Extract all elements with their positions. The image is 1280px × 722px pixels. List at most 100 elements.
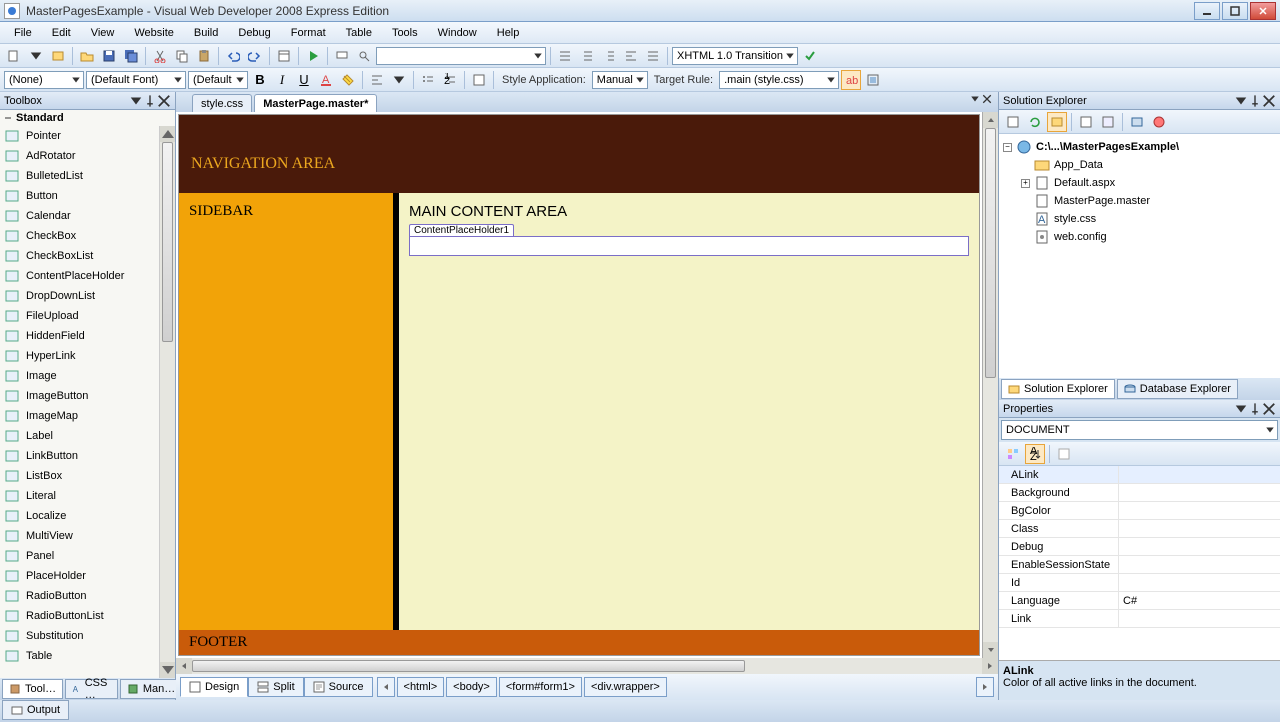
element-combo[interactable]: (None) — [4, 71, 84, 89]
footer-area[interactable]: FOOTER — [179, 630, 979, 655]
font-combo[interactable]: (Default Font) — [86, 71, 186, 89]
editor-tab-style[interactable]: style.css — [192, 94, 252, 112]
property-row[interactable]: BgColor — [999, 502, 1280, 520]
toolbox-item[interactable]: MultiView — [0, 526, 175, 546]
numbering-button[interactable]: 12 — [440, 70, 460, 90]
toolbox-item[interactable]: PlaceHolder — [0, 566, 175, 586]
property-row[interactable]: Debug — [999, 538, 1280, 556]
italic-button[interactable]: I — [272, 70, 292, 90]
doctype-combo[interactable]: XHTML 1.0 Transition — [672, 47, 798, 65]
design-surface[interactable]: NAVIGATION AREA SIDEBAR MAIN CONTENT ARE… — [176, 112, 998, 658]
pin-icon[interactable] — [143, 94, 157, 108]
editor-tab-master[interactable]: MasterPage.master* — [254, 94, 377, 112]
tree-node[interactable]: +Default.aspx — [1003, 174, 1276, 192]
prop-value[interactable] — [1119, 520, 1280, 537]
align-left-button[interactable] — [367, 70, 387, 90]
toolbox-item[interactable]: Localize — [0, 506, 175, 526]
toolbox-item[interactable]: Label — [0, 426, 175, 446]
prop-value[interactable] — [1119, 466, 1280, 483]
chevron-down-icon[interactable] — [1234, 402, 1248, 416]
find-button[interactable] — [354, 46, 374, 66]
toolbox-item[interactable]: RadioButtonList — [0, 606, 175, 626]
toolbox-item[interactable]: ImageButton — [0, 386, 175, 406]
pin-icon[interactable] — [1248, 402, 1262, 416]
find-combo[interactable] — [376, 47, 546, 65]
tree-root[interactable]: − C:\...\MasterPagesExample\ — [1003, 138, 1276, 156]
breadcrumb-form[interactable]: <form#form1> — [499, 677, 582, 697]
justify-button[interactable] — [643, 46, 663, 66]
source-view-button[interactable]: Source — [304, 677, 373, 697]
prop-value[interactable] — [1119, 610, 1280, 627]
menu-format[interactable]: Format — [281, 25, 336, 41]
menu-debug[interactable]: Debug — [228, 25, 280, 41]
tab-css[interactable]: ACSS … — [65, 679, 118, 699]
categorized-button[interactable] — [1003, 444, 1023, 464]
scroll-down-icon[interactable] — [983, 642, 998, 658]
start-debug-button[interactable] — [303, 46, 323, 66]
toolbox-item[interactable]: HiddenField — [0, 326, 175, 346]
menu-view[interactable]: View — [81, 25, 125, 41]
menu-edit[interactable]: Edit — [42, 25, 81, 41]
reuse-style-button[interactable]: ab — [841, 70, 861, 90]
tab-solution-explorer[interactable]: Solution Explorer — [1001, 379, 1115, 399]
designer-view-button[interactable] — [1098, 112, 1118, 132]
design-view-button[interactable]: Design — [180, 677, 248, 697]
chevron-down-icon[interactable] — [970, 94, 980, 104]
pin-icon[interactable] — [1248, 94, 1262, 108]
scroll-left-icon[interactable] — [176, 658, 192, 674]
scroll-up-icon[interactable] — [983, 112, 998, 128]
close-tab-icon[interactable] — [982, 94, 992, 104]
tree-node[interactable]: Astyle.css — [1003, 210, 1276, 228]
underline-button[interactable]: U — [294, 70, 314, 90]
toolbox-item[interactable]: AdRotator — [0, 146, 175, 166]
comment-button[interactable] — [332, 46, 352, 66]
nest-button[interactable] — [1047, 112, 1067, 132]
solution-tree[interactable]: − C:\...\MasterPagesExample\ App_Data +D… — [999, 134, 1280, 378]
asp-config-button[interactable] — [1149, 112, 1169, 132]
tree-node[interactable]: MasterPage.master — [1003, 192, 1276, 210]
outdent-button[interactable] — [555, 46, 575, 66]
browse-button[interactable] — [274, 46, 294, 66]
prop-value[interactable] — [1119, 484, 1280, 501]
sidebar-area[interactable]: SIDEBAR — [179, 193, 399, 630]
content-placeholder-tag[interactable]: ContentPlaceHolder1 — [409, 224, 514, 237]
indent-more-button[interactable] — [599, 46, 619, 66]
cut-button[interactable] — [150, 46, 170, 66]
target-rule-combo[interactable]: .main (style.css) — [719, 71, 839, 89]
main-content-area[interactable]: MAIN CONTENT AREA ContentPlaceHolder1 — [399, 193, 979, 630]
property-row[interactable]: Link — [999, 610, 1280, 628]
copy-website-button[interactable] — [1127, 112, 1147, 132]
tab-manage[interactable]: Man… — [120, 679, 182, 699]
new-item-button[interactable] — [4, 46, 24, 66]
toolbox-item[interactable]: RadioButton — [0, 586, 175, 606]
maximize-button[interactable] — [1222, 2, 1248, 20]
undo-button[interactable] — [223, 46, 243, 66]
breadcrumb-left-icon[interactable] — [377, 677, 395, 697]
menu-file[interactable]: File — [4, 25, 42, 41]
property-row[interactable]: ALink — [999, 466, 1280, 484]
align-button[interactable] — [621, 46, 641, 66]
scroll-right-icon[interactable] — [982, 658, 998, 674]
split-view-button[interactable]: Split — [248, 677, 303, 697]
breadcrumb-html[interactable]: <html> — [397, 677, 445, 697]
property-row[interactable]: LanguageC# — [999, 592, 1280, 610]
toolbox-item[interactable]: Panel — [0, 546, 175, 566]
toolbox-item[interactable]: Image — [0, 366, 175, 386]
editor-hscrollbar[interactable] — [176, 658, 998, 674]
validate-button[interactable] — [800, 46, 820, 66]
scroll-thumb[interactable] — [985, 128, 996, 378]
size-combo[interactable]: (Default — [188, 71, 248, 89]
properties-button[interactable] — [1003, 112, 1023, 132]
toolbox-item[interactable]: FileUpload — [0, 306, 175, 326]
menu-table[interactable]: Table — [336, 25, 382, 41]
content-placeholder-body[interactable] — [409, 236, 969, 256]
toolbox-item[interactable]: ContentPlaceHolder — [0, 266, 175, 286]
show-overlay-button[interactable] — [863, 70, 883, 90]
alphabetical-button[interactable]: AZ — [1025, 444, 1045, 464]
toolbox-item[interactable]: LinkButton — [0, 446, 175, 466]
properties-object-combo[interactable]: DOCUMENT — [1001, 420, 1278, 440]
menu-help[interactable]: Help — [487, 25, 530, 41]
navigation-area[interactable]: NAVIGATION AREA — [179, 115, 979, 193]
prop-value[interactable] — [1119, 574, 1280, 591]
editor-vscrollbar[interactable] — [982, 112, 998, 658]
